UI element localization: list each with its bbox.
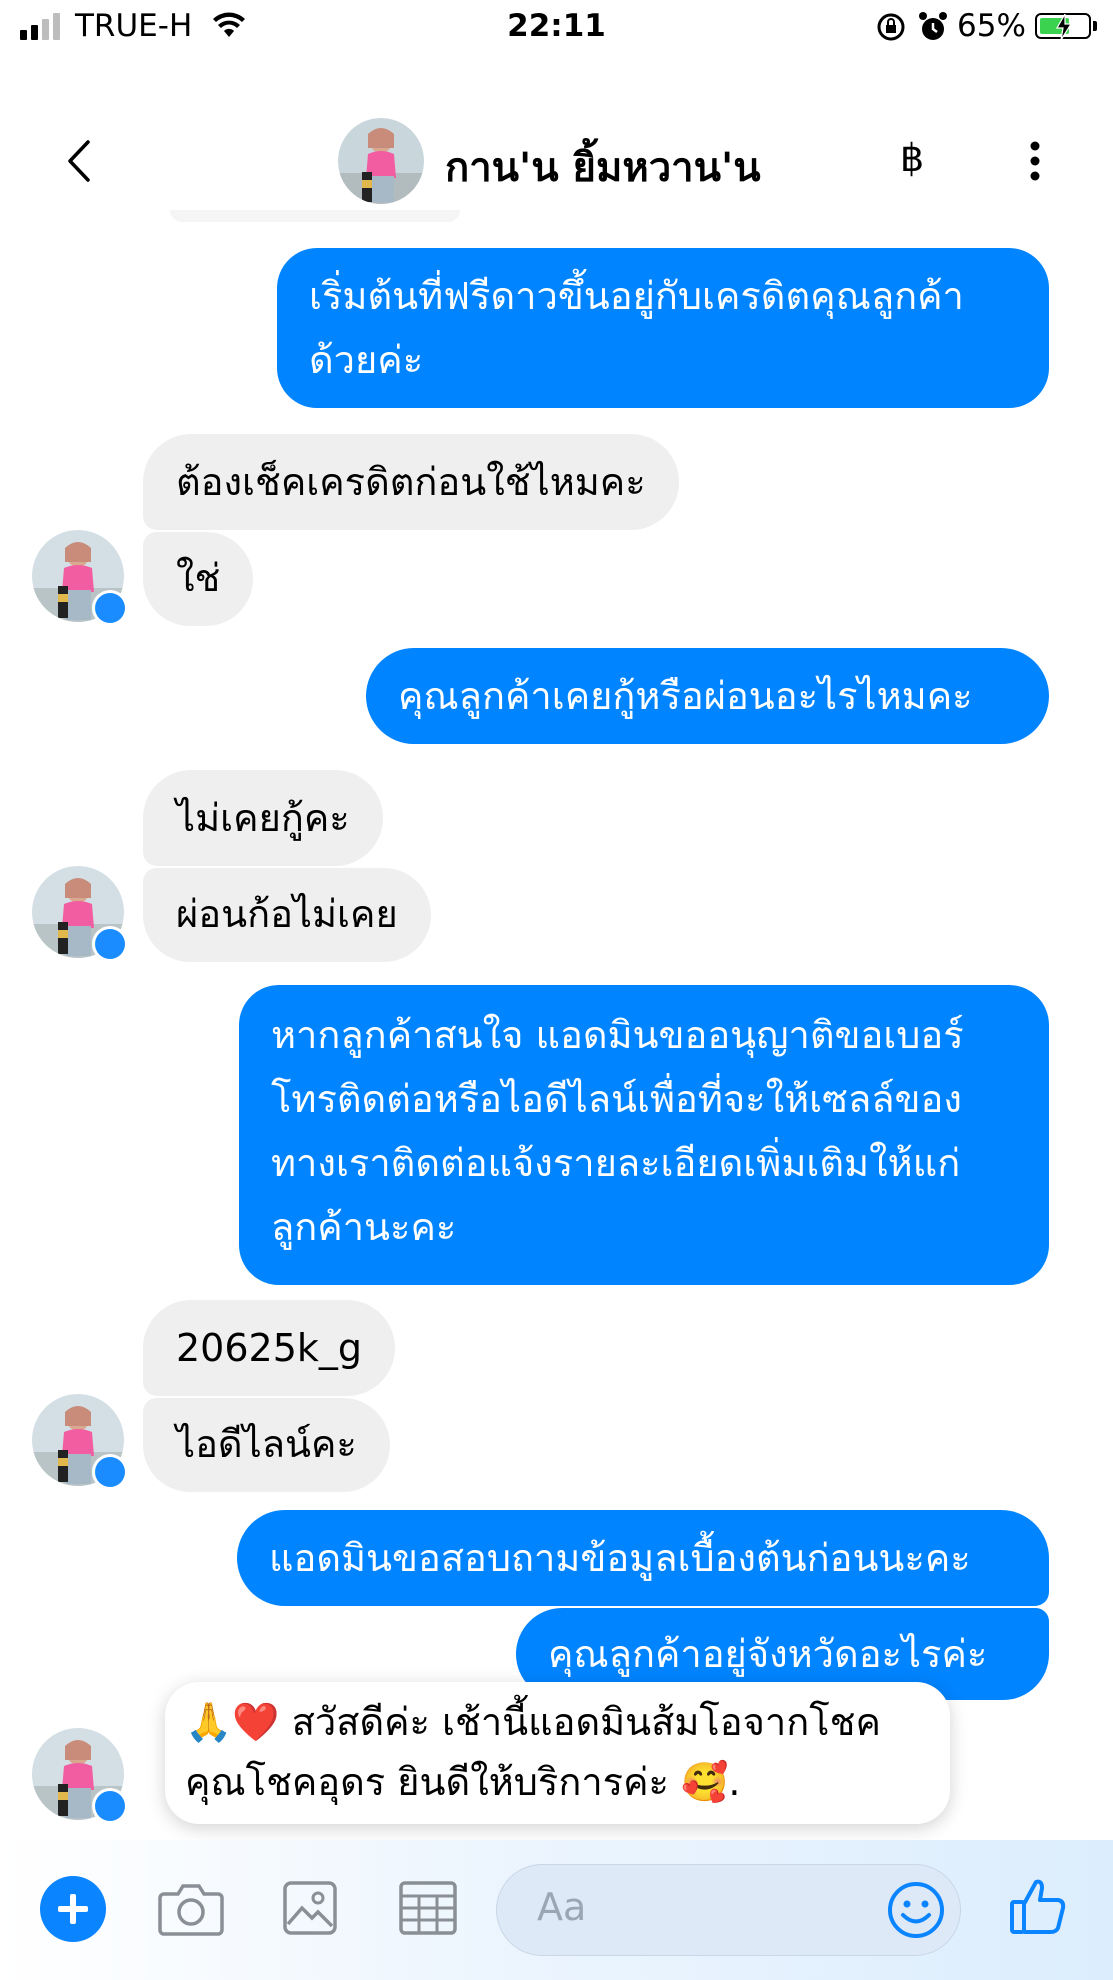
emoji-icon[interactable]	[886, 1880, 946, 1940]
popup-text-2: คุณโชคอุดร ยินดีให้บริการค่ะ	[185, 1760, 669, 1804]
contact-name[interactable]: กาน'น ยิ้มหวาน'น	[445, 135, 761, 199]
partial-message	[170, 210, 460, 222]
message-incoming[interactable]: 20625k_g	[143, 1300, 396, 1396]
message-text: ต้องเช็คเครดิตก่อนใช้ไหมคะ	[176, 460, 646, 504]
message-incoming[interactable]: ใช่	[143, 532, 254, 626]
camera-icon[interactable]	[158, 1880, 224, 1936]
battery-percent: 65%	[957, 8, 1026, 44]
message-input-placeholder: Aa	[537, 1885, 587, 1929]
message-text: ใช่	[176, 556, 221, 600]
message-line: หากลูกค้าสนใจ แอดมินขออนุญาติขอเบอร์	[271, 1013, 964, 1057]
sticker-grid-icon[interactable]	[398, 1880, 458, 1936]
message-line: ด้วยค่ะ	[309, 338, 424, 382]
message-text: คุณลูกค้าอยู่จังหวัดอะไรค่ะ	[548, 1632, 988, 1676]
message-line: ลูกค้านะคะ	[271, 1205, 457, 1249]
status-bar: TRUE-H 22:11 65%	[0, 0, 1113, 56]
message-text: ไอดีไลน์คะ	[176, 1422, 357, 1466]
message-text: คุณลูกค้าเคยกู้หรือผ่อนอะไรไหมคะ	[398, 674, 973, 718]
composer-bar: Aa	[0, 1840, 1113, 1980]
message-text: 20625k_g	[176, 1326, 363, 1370]
message-text: ผ่อนก้อไม่เคย	[176, 892, 398, 936]
alarm-icon	[919, 12, 947, 40]
message-preview-popup[interactable]: 🙏❤️ สวัสดีค่ะ เช้านี้แอดมินส้มโอจากโชค ค…	[165, 1682, 950, 1824]
more-icon[interactable]	[1020, 138, 1050, 184]
plus-icon[interactable]	[40, 1876, 106, 1942]
message-line: โทรติดต่อหรือไอดีไลน์เพื่อที่จะให้เซลล์ข…	[271, 1077, 962, 1121]
message-outgoing[interactable]: หากลูกค้าสนใจ แอดมินขออนุญาติขอเบอร์ โทร…	[239, 985, 1049, 1285]
message-list[interactable]: เริ่มต้นที่ฟรีดาวขึ้นอยู่กับเครดิตคุณลูก…	[0, 210, 1113, 1835]
message-outgoing[interactable]: เริ่มต้นที่ฟรีดาวขึ้นอยู่กับเครดิตคุณลูก…	[277, 248, 1049, 408]
back-icon[interactable]	[60, 138, 100, 184]
message-incoming[interactable]: ต้องเช็คเครดิตก่อนใช้ไหมคะ	[143, 434, 679, 530]
image-icon[interactable]	[282, 1880, 338, 1936]
like-icon[interactable]	[1008, 1876, 1068, 1936]
messenger-badge-icon	[92, 1788, 128, 1824]
popup-line-1: 🙏❤️ สวัสดีค่ะ เช้านี้แอดมินส้มโอจากโชค	[185, 1692, 930, 1752]
avatar[interactable]	[338, 118, 424, 204]
messenger-badge-icon	[92, 590, 128, 626]
message-line: เริ่มต้นที่ฟรีดาวขึ้นอยู่กับเครดิตคุณลูก…	[309, 274, 964, 318]
pray-heart-emoji: 🙏❤️	[185, 1700, 280, 1744]
rotation-lock-icon	[877, 13, 905, 41]
message-incoming[interactable]: ไม่เคยกู้คะ	[143, 770, 383, 866]
smiling-hearts-emoji: 🥰.	[681, 1760, 741, 1804]
message-incoming[interactable]: ผ่อนก้อไม่เคย	[143, 868, 431, 962]
messenger-badge-icon	[92, 1454, 128, 1490]
popup-line-2: คุณโชคอุดร ยินดีให้บริการค่ะ 🥰.	[185, 1752, 930, 1812]
conversation-header: กาน'น ยิ้มหวาน'น ฿	[0, 110, 1113, 210]
popup-text-1: สวัสดีค่ะ เช้านี้แอดมินส้มโอจากโชค	[291, 1700, 881, 1744]
message-text: แอดมินขอสอบถามข้อมูลเบื้องต้นก่อนนะคะ	[269, 1536, 971, 1580]
battery-charging-icon	[1035, 13, 1091, 40]
baht-icon[interactable]: ฿	[900, 136, 924, 180]
message-outgoing[interactable]: แอดมินขอสอบถามข้อมูลเบื้องต้นก่อนนะคะ	[237, 1510, 1049, 1606]
message-incoming[interactable]: ไอดีไลน์คะ	[143, 1398, 390, 1492]
message-line: ทางเราติดต่อแจ้งรายละเอียดเพิ่มเติมให้แก…	[271, 1141, 961, 1185]
message-text: ไม่เคยกู้คะ	[176, 796, 350, 840]
message-outgoing[interactable]: คุณลูกค้าเคยกู้หรือผ่อนอะไรไหมคะ	[366, 648, 1049, 744]
messenger-badge-icon	[92, 926, 128, 962]
battery-tip	[1093, 21, 1097, 31]
